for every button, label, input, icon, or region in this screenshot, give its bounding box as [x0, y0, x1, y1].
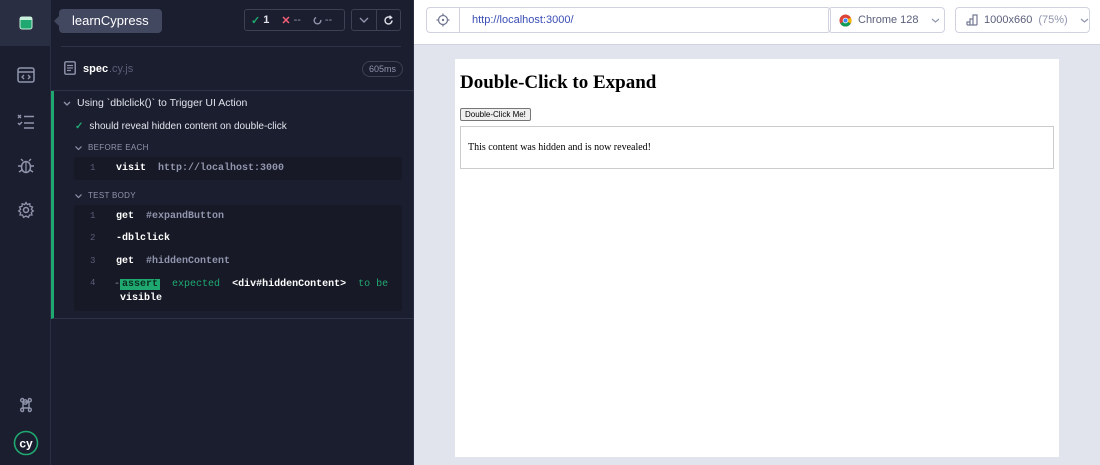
passed-count: 1 [263, 14, 270, 26]
assert-badge: assert [120, 279, 161, 290]
collapse-button[interactable] [352, 10, 376, 30]
command-name: -dblclick [116, 233, 171, 244]
url-bar[interactable]: http://localhost:3000/ [426, 7, 831, 33]
test-body-commands: 1 get #expandButton 2 -dblclick 3 get #h… [74, 205, 402, 311]
viewport-scale: (75%) [1038, 14, 1068, 26]
check-icon: ✓ [75, 121, 84, 132]
sidebar-item-debug[interactable] [0, 143, 51, 189]
chevron-down-icon [1080, 18, 1089, 23]
failed-count: -- [293, 14, 301, 26]
command-message: #hiddenContent [146, 256, 231, 267]
hook-test-body[interactable]: TEST BODY [75, 191, 136, 200]
test-title-row[interactable]: ✓ should reveal hidden content on double… [75, 121, 287, 132]
viewport-icon [966, 14, 978, 26]
command-number: 4 [90, 278, 96, 288]
test-stats: ✓ 1 ✕ -- -- [244, 9, 345, 31]
pending-icon [313, 16, 322, 24]
app-title-tooltip: learnCypress [54, 9, 162, 33]
chevron-down-icon [75, 145, 82, 150]
reporter-controls [351, 9, 401, 31]
aut-page: Double-Click to Expand Double-Click Me! … [455, 59, 1059, 457]
command-number: 1 [90, 211, 96, 221]
stat-passed: ✓ 1 [245, 14, 275, 27]
check-icon: ✓ [251, 14, 261, 27]
command-name: get #hiddenContent [116, 256, 231, 267]
spec-extension: .cy.js [109, 63, 134, 75]
selector-playground-button[interactable] [427, 8, 460, 32]
chevron-down-icon [931, 18, 939, 23]
command-number: 1 [90, 163, 96, 173]
sidebar-item-settings[interactable] [0, 187, 51, 233]
reporter-header: learnCypress ✓ 1 ✕ -- -- [51, 0, 414, 47]
specs-icon [16, 67, 35, 83]
command-number: 2 [90, 233, 96, 243]
chevron-down-icon [359, 17, 369, 23]
browser-selector[interactable]: Chrome 128 [828, 7, 945, 33]
page-heading: Double-Click to Expand [460, 72, 657, 93]
reporter-panel: learnCypress ✓ 1 ✕ -- -- spec .cy.js 605… [51, 0, 414, 465]
cypress-logo-icon [19, 16, 32, 30]
stat-pending: -- [307, 14, 338, 26]
url-text: http://localhost:3000/ [472, 14, 574, 26]
spec-name: spec [83, 63, 109, 75]
aut-toolbar: http://localhost:3000/ Chrome 128 1000x6… [414, 0, 1100, 45]
cypress-runner: cy learnCypress ✓ 1 ✕ -- -- spec .cy.js … [0, 0, 1100, 465]
hook-label: TEST BODY [88, 191, 136, 200]
spec-row[interactable]: spec .cy.js 605ms [51, 54, 414, 84]
command-message: #expandButton [146, 211, 225, 222]
expand-button[interactable]: Double-Click Me! [460, 108, 531, 121]
command-name: get #expandButton [116, 211, 225, 222]
chevron-down-icon [75, 193, 82, 198]
runs-icon [17, 114, 34, 129]
hook-label: BEFORE EACH [88, 143, 149, 152]
command-message: http://localhost:3000 [158, 163, 285, 174]
cypress-logo-button[interactable] [0, 0, 51, 46]
debug-icon [17, 158, 34, 174]
app-under-test: http://localhost:3000/ Chrome 128 1000x6… [414, 0, 1100, 465]
viewport-size: 1000x660 [984, 14, 1033, 26]
settings-icon [17, 201, 34, 219]
suite-title: Using `dblclick()` to Trigger UI Action [77, 97, 248, 109]
crosshair-icon [436, 13, 450, 27]
chevron-down-icon [63, 101, 71, 106]
browser-name: Chrome 128 [858, 14, 919, 26]
stat-failed: ✕ -- [275, 14, 307, 27]
refresh-icon [384, 14, 393, 25]
rerun-button[interactable] [376, 10, 400, 30]
hook-before-each[interactable]: BEFORE EACH [75, 143, 149, 152]
viewport-selector[interactable]: 1000x660 (75%) [955, 7, 1090, 33]
command-name: visit http://localhost:3000 [116, 163, 285, 174]
test-suite: Using `dblclick()` to Trigger UI Action … [51, 91, 414, 319]
spec-duration: 605ms [362, 61, 404, 77]
document-icon [64, 61, 76, 75]
hidden-content: This content was hidden and is now revea… [460, 126, 1054, 169]
before-each-commands: 1 visit http://localhost:3000 [74, 157, 402, 180]
command-number: 3 [90, 256, 96, 266]
cypress-cy-icon: cy [13, 430, 38, 456]
cross-icon: ✕ [281, 14, 291, 27]
pending-count: -- [324, 14, 333, 26]
keyboard-shortcuts-icon [19, 397, 32, 413]
test-title: should reveal hidden content on double-c… [89, 121, 287, 132]
revealed-text: This content was hidden and is now revea… [468, 142, 652, 153]
svg-text:cy: cy [19, 437, 33, 451]
chrome-icon [839, 13, 852, 27]
sidebar-item-runs[interactable] [0, 98, 51, 144]
suite-title-row[interactable]: Using `dblclick()` to Trigger UI Action [63, 97, 247, 109]
assert-message: - assert expected <div#hiddenContent> to … [114, 279, 389, 304]
cypress-cy-button[interactable]: cy [0, 420, 51, 465]
sidebar: cy [0, 0, 51, 465]
divider [61, 46, 401, 47]
sidebar-item-specs[interactable] [0, 52, 51, 98]
